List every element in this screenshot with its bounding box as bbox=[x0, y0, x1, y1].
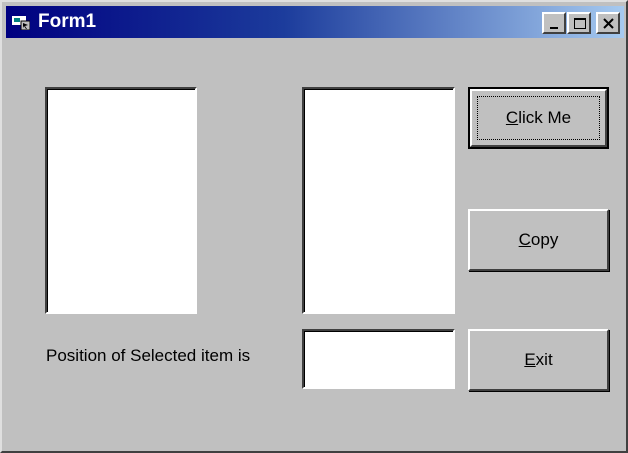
position-textbox[interactable] bbox=[302, 329, 455, 389]
copy-label: Copy bbox=[518, 230, 559, 249]
minimize-button[interactable] bbox=[542, 12, 566, 34]
close-icon bbox=[603, 18, 614, 29]
exit-button[interactable]: Exit bbox=[468, 329, 609, 391]
window-title: Form1 bbox=[38, 11, 97, 32]
listbox-1[interactable] bbox=[45, 87, 197, 314]
exit-label: Exit bbox=[524, 350, 553, 369]
position-label: Position of Selected item is bbox=[46, 346, 251, 365]
click-me-label: Click Me bbox=[505, 108, 572, 127]
listbox-2[interactable] bbox=[302, 87, 455, 314]
maximize-icon bbox=[574, 18, 586, 29]
title-bar[interactable]: Form1 bbox=[6, 6, 624, 38]
close-button[interactable] bbox=[596, 12, 620, 34]
maximize-button[interactable] bbox=[567, 12, 591, 34]
form-app-icon[interactable] bbox=[12, 13, 31, 31]
form1-window: Form1 Click Me Copy Position of Selected… bbox=[0, 0, 628, 453]
copy-button[interactable]: Copy bbox=[468, 209, 609, 271]
click-me-button[interactable]: Click Me bbox=[468, 87, 609, 149]
minimize-icon bbox=[550, 27, 558, 29]
